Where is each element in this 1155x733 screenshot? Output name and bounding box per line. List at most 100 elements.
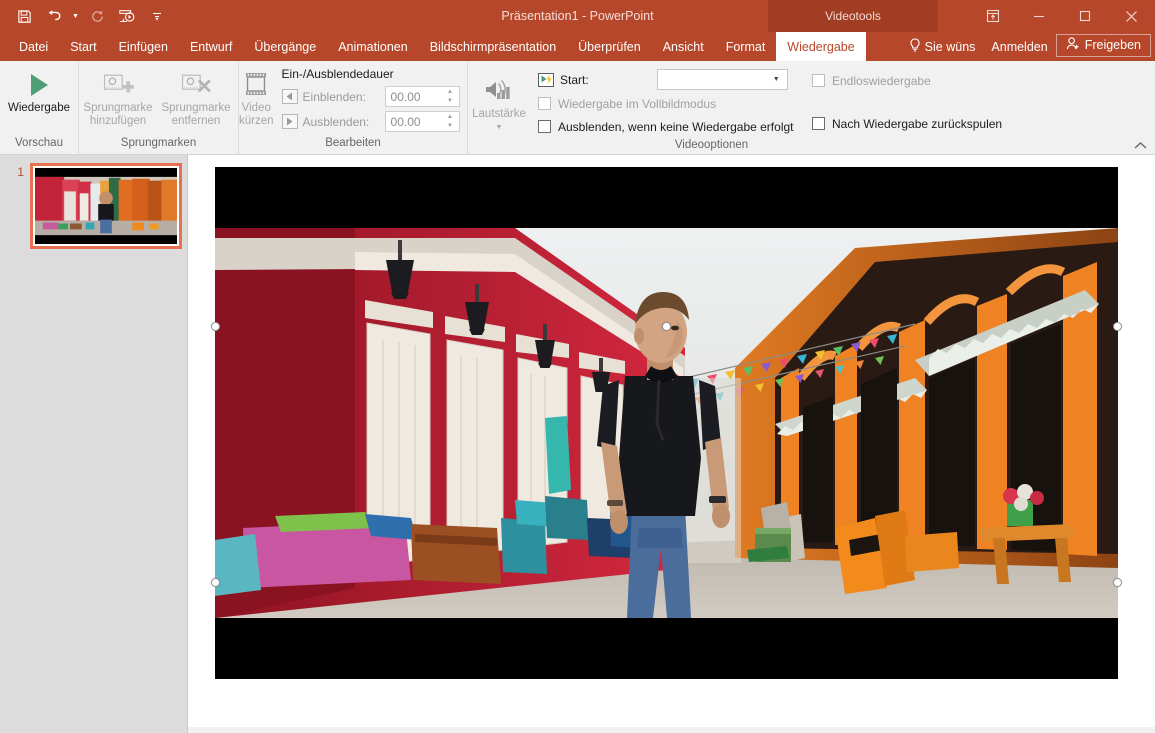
- undo-dropdown-icon[interactable]: ▼: [70, 4, 81, 28]
- start-slideshow-icon[interactable]: [113, 4, 141, 28]
- volume-dropdown-icon: ▼: [495, 124, 503, 131]
- fade-out-label: Ausblenden:: [302, 114, 370, 129]
- contextual-tab-group-title: Videotools: [768, 0, 938, 32]
- loop-label: Endloswiedergabe: [832, 73, 931, 88]
- fade-in-icon: [281, 89, 298, 104]
- fade-out-icon: [281, 114, 298, 129]
- tab-entwurf[interactable]: Entwurf: [179, 32, 243, 61]
- maximize-icon[interactable]: [1062, 0, 1108, 32]
- tell-me-box[interactable]: Sie wüns: [901, 32, 984, 61]
- selection-handle-middle-left[interactable]: [211, 578, 220, 587]
- video-placeholder[interactable]: [215, 167, 1118, 679]
- tab-einfuegen[interactable]: Einfügen: [108, 32, 179, 61]
- fullscreen-label: Wiedergabe im Vollbildmodus: [558, 96, 717, 111]
- tab-wiedergabe[interactable]: Wiedergabe: [776, 32, 866, 61]
- remove-bookmark-label-1: Sprungmarke: [161, 102, 231, 114]
- thumbnail-number: 1: [17, 165, 24, 179]
- fade-in-stepper[interactable]: ▲ ▼: [444, 88, 457, 105]
- close-icon[interactable]: [1108, 0, 1155, 32]
- fade-out-input[interactable]: 00.00 ▲ ▼: [384, 111, 460, 132]
- fade-in-label: Einblenden:: [302, 89, 366, 104]
- ribbon-group-sprungmarken: Sprungmarke hinzufügen Sprungmarke entfe…: [78, 61, 238, 155]
- slide-thumbnail-pane[interactable]: 1: [0, 155, 188, 733]
- ribbon-group-videooptionen: Lautstärke ▼ Start: ▼ Wiedergabe im Voll…: [467, 61, 1155, 155]
- collapse-ribbon-icon[interactable]: [1134, 141, 1147, 153]
- trim-video-label-2: kürzen: [239, 115, 274, 127]
- start-label: Start:: [560, 72, 589, 87]
- ribbon-display-options-icon[interactable]: [970, 0, 1016, 32]
- loop-row[interactable]: Endloswiedergabe: [812, 69, 992, 92]
- rewind-label: Nach Wiedergabe zurückspulen: [832, 116, 1003, 131]
- fade-out-row: Ausblenden: 00.00 ▲ ▼: [281, 111, 460, 132]
- ribbon-group-bearbeiten: Video kürzen Ein-/Ausblendedauer Einblen…: [238, 61, 467, 155]
- tab-uebergaenge[interactable]: Übergänge: [243, 32, 327, 61]
- tab-datei[interactable]: Datei: [8, 32, 59, 61]
- add-bookmark-icon: [102, 68, 134, 102]
- fade-in-value: 00.00: [390, 89, 421, 104]
- tell-me-label: Sie wüns: [924, 39, 976, 54]
- powerpoint-window: ▼ Präsentation1 - PowerPoint Videotools: [0, 0, 1155, 733]
- fullscreen-checkbox: [538, 97, 551, 110]
- tab-ueberpruefen[interactable]: Überprüfen: [567, 32, 652, 61]
- fade-out-stepper[interactable]: ▲ ▼: [444, 113, 457, 130]
- video-frame-image: [215, 228, 1118, 618]
- volume-button: Lautstärke ▼: [468, 67, 530, 138]
- rewind-row[interactable]: Nach Wiedergabe zurückspulen: [812, 112, 1002, 135]
- group-label-videooptionen: Videooptionen: [674, 139, 749, 151]
- minimize-icon[interactable]: [1016, 0, 1062, 32]
- fade-out-value: 00.00: [390, 114, 421, 129]
- thumbnail-preview: [35, 168, 177, 244]
- group-label-sprungmarken: Sprungmarken: [120, 137, 197, 149]
- volume-label: Lautstärke: [472, 108, 526, 120]
- video-options-left-column: Start: ▼ Wiedergabe im Vollbildmodus Aus…: [530, 67, 800, 138]
- selection-handle-top-center[interactable]: [662, 322, 671, 331]
- video-options-right-column: Endloswiedergabe Nach Wiedergabe zurücks…: [800, 67, 1002, 138]
- fade-duration-panel: Ein-/Ausblendedauer Einblenden: 00.00 ▲ ▼: [274, 61, 468, 136]
- tab-format[interactable]: Format: [715, 32, 777, 61]
- group-label-vorschau: Vorschau: [15, 137, 63, 149]
- ribbon-group-vorschau: Wiedergabe Vorschau: [0, 61, 78, 155]
- selection-handle-top-right[interactable]: [1113, 322, 1122, 331]
- selection-handle-middle-right[interactable]: [1113, 578, 1122, 587]
- fade-in-row: Einblenden: 00.00 ▲ ▼: [281, 86, 460, 107]
- sign-in-button[interactable]: Anmelden: [983, 32, 1055, 61]
- start-dropdown[interactable]: ▼: [656, 69, 788, 90]
- tab-start[interactable]: Start: [59, 32, 107, 61]
- title-bar: ▼ Präsentation1 - PowerPoint Videotools: [0, 0, 1155, 32]
- share-person-icon: [1066, 37, 1080, 53]
- chevron-down-icon: ▼: [772, 76, 780, 83]
- lightbulb-icon: [909, 38, 921, 55]
- undo-icon[interactable]: [40, 4, 68, 28]
- selection-handle-top-left[interactable]: [211, 322, 220, 331]
- slide-thumbnail-1[interactable]: [30, 163, 182, 249]
- fade-duration-title: Ein-/Ausblendedauer: [281, 67, 394, 81]
- fullscreen-row[interactable]: Wiedergabe im Vollbildmodus: [538, 92, 800, 115]
- remove-bookmark-icon: [180, 68, 212, 102]
- trim-video-icon: [241, 68, 271, 102]
- slide-canvas[interactable]: [188, 155, 1155, 733]
- remove-bookmark-button: Sprungmarke entfernen: [157, 61, 235, 128]
- tab-ansicht[interactable]: Ansicht: [652, 32, 715, 61]
- add-bookmark-button: Sprungmarke hinzufügen: [79, 61, 157, 128]
- group-label-bearbeiten: Bearbeiten: [325, 137, 381, 149]
- horizontal-scrollbar[interactable]: [188, 727, 1155, 733]
- tab-animationen[interactable]: Animationen: [327, 32, 419, 61]
- add-bookmark-label-1: Sprungmarke: [83, 102, 153, 114]
- loop-checkbox: [812, 74, 825, 87]
- tab-bildschirmpraesentation[interactable]: Bildschirmpräsentation: [419, 32, 567, 61]
- customize-qat-icon[interactable]: [143, 4, 171, 28]
- fade-in-input[interactable]: 00.00 ▲ ▼: [384, 86, 460, 107]
- thumbnail-row: 1: [0, 163, 187, 249]
- start-playback-icon: [538, 72, 554, 87]
- share-button[interactable]: Freigeben: [1055, 33, 1151, 57]
- play-icon: [30, 68, 48, 102]
- main-area: 1: [0, 155, 1155, 733]
- save-icon[interactable]: [10, 4, 38, 28]
- trim-video-label-1: Video: [241, 102, 271, 114]
- trim-video-button: Video kürzen: [239, 61, 274, 128]
- remove-bookmark-label-2: entfernen: [171, 115, 221, 127]
- quick-access-toolbar: ▼: [0, 4, 171, 28]
- hide-when-not-playing-row[interactable]: Ausblenden, wenn keine Wiedergabe erfolg…: [538, 115, 800, 138]
- play-button[interactable]: Wiedergabe: [0, 61, 78, 115]
- ribbon: Wiedergabe Vorschau Sprungmarke hinzufüg…: [0, 61, 1155, 155]
